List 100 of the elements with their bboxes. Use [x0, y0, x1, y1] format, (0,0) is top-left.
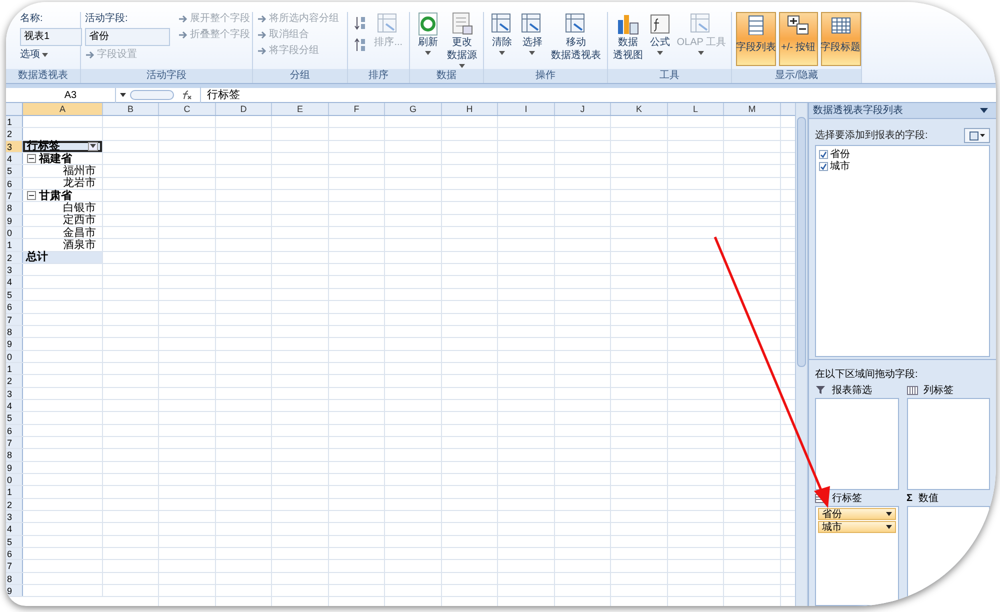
filter-dropdown[interactable] [88, 142, 98, 151]
input-field[interactable]: 视表1 [20, 28, 82, 46]
arrow-icon [85, 50, 95, 60]
field-chip[interactable]: 城市 [818, 521, 896, 533]
input-field[interactable]: 省份 [85, 28, 170, 46]
column-header[interactable]: E [272, 103, 329, 115]
column-header[interactable]: I [498, 103, 555, 115]
row-header[interactable]: 4 [6, 276, 23, 288]
arrow-icon [257, 46, 267, 56]
ribbon-button[interactable]: 刷新 [416, 12, 440, 55]
group-label: 分组 [253, 69, 347, 83]
row-header[interactable]: 5 [6, 536, 23, 548]
row-header[interactable]: 2 [6, 128, 23, 140]
checkbox[interactable] [819, 162, 828, 170]
arrow-icon [257, 30, 267, 40]
row-header[interactable]: 0 [6, 227, 23, 238]
row-header[interactable]: 2 [6, 252, 23, 264]
ribbon-button[interactable]: 选择 [520, 12, 544, 55]
column-header[interactable]: F [329, 103, 385, 115]
row-header[interactable]: 6 [6, 424, 23, 436]
column-header[interactable]: H [442, 103, 498, 115]
formula-icon [648, 12, 672, 36]
row-header[interactable]: 9 [6, 214, 23, 226]
column-header[interactable]: D [216, 103, 272, 115]
column-header[interactable]: L [668, 103, 724, 115]
row-header[interactable]: 2 [6, 375, 23, 387]
row-header[interactable]: 7 [6, 436, 23, 448]
table-cell: 福州市 [63, 165, 96, 178]
ribbon-button[interactable]: 移动 数据透视表 [551, 12, 602, 62]
row-header[interactable]: 7 [6, 560, 23, 572]
table-cell: 定西市 [63, 214, 96, 226]
column-header[interactable]: C [159, 103, 216, 115]
row-header[interactable]: 5 [6, 165, 23, 177]
zoom-handle[interactable] [130, 90, 174, 100]
row-header[interactable]: 4 [6, 153, 23, 164]
row-header[interactable]: 3 [6, 388, 23, 399]
row-header[interactable]: 6 [6, 301, 23, 312]
row-header[interactable]: 9 [6, 462, 23, 473]
checkbox[interactable] [819, 150, 828, 158]
area-label: 行标签 [832, 492, 862, 506]
table-cell-text: 行标签 [27, 140, 61, 152]
row-header[interactable]: 3 [6, 140, 23, 152]
row-header[interactable]: 1 [6, 362, 23, 374]
toggle-button[interactable]: +/- 按钮 [779, 12, 818, 66]
arrow-icon [257, 14, 267, 24]
column-header[interactable]: K [611, 103, 668, 115]
columns-icon [906, 384, 918, 396]
row-header[interactable]: 2 [6, 498, 23, 510]
row-header[interactable]: 9 [6, 338, 23, 350]
row-header[interactable]: 5 [6, 288, 23, 300]
ribbon-button[interactable]: 更改 数据源 [447, 12, 477, 68]
row-header[interactable]: 8 [6, 326, 23, 338]
column-header[interactable]: M [724, 103, 781, 115]
row-header[interactable]: 6 [6, 178, 23, 190]
row-header[interactable]: 8 [6, 449, 23, 461]
table-cell: 甘肃省 [39, 190, 72, 202]
row-header[interactable]: 0 [6, 350, 23, 362]
arrow-icon [178, 14, 188, 24]
toggle-button[interactable]: 字段列表 [736, 12, 776, 66]
row-header[interactable]: 1 [6, 116, 23, 128]
row-header[interactable]: 3 [6, 264, 23, 276]
options-menu[interactable]: 选项 [20, 48, 82, 62]
caret-icon [980, 108, 988, 113]
row-header[interactable]: 0 [6, 474, 23, 486]
caret-icon [90, 144, 96, 148]
group-label: 显示/隐藏 [732, 69, 861, 83]
table-cell: 金昌市 [63, 226, 96, 239]
vertical-scrollbar[interactable] [795, 103, 808, 606]
row-header[interactable]: 4 [6, 523, 23, 535]
row-header[interactable]: 7 [6, 190, 23, 202]
row-header[interactable]: 1 [6, 239, 23, 251]
caret-icon [980, 134, 985, 137]
row-header[interactable]: 8 [6, 202, 23, 214]
group-label: 排序 [348, 69, 409, 83]
row-header[interactable]: 9 [6, 585, 23, 596]
row-header[interactable]: 3 [6, 511, 23, 522]
table-cell: 福建省 [39, 152, 72, 165]
filter-icon [815, 384, 826, 396]
column-header[interactable]: J [555, 103, 611, 115]
row-header[interactable]: 5 [6, 412, 23, 424]
ribbon-button[interactable]: 清除 [490, 12, 514, 55]
caret-icon [42, 53, 48, 57]
column-header[interactable]: G [385, 103, 442, 115]
row-header[interactable]: 1 [6, 486, 23, 498]
column-header[interactable]: A [23, 103, 103, 115]
field-chip[interactable]: 省份 [818, 508, 896, 520]
layout-button[interactable] [964, 128, 990, 143]
column-header[interactable]: B [103, 103, 159, 115]
row-header[interactable]: 8 [6, 572, 23, 584]
refresh-icon [416, 12, 440, 36]
row-header[interactable]: 4 [6, 400, 23, 412]
row-header[interactable]: 7 [6, 314, 23, 325]
caret-icon [886, 525, 892, 529]
field-label: 名称: [20, 12, 44, 26]
group-label: 数据 [410, 69, 483, 83]
ribbon-button[interactable]: 公式 [648, 12, 672, 55]
area-label: 数值 [918, 492, 939, 506]
row-header[interactable]: 6 [6, 548, 23, 560]
ribbon-button[interactable]: 数据 透视图 [612, 12, 643, 62]
caret-icon [886, 512, 892, 516]
